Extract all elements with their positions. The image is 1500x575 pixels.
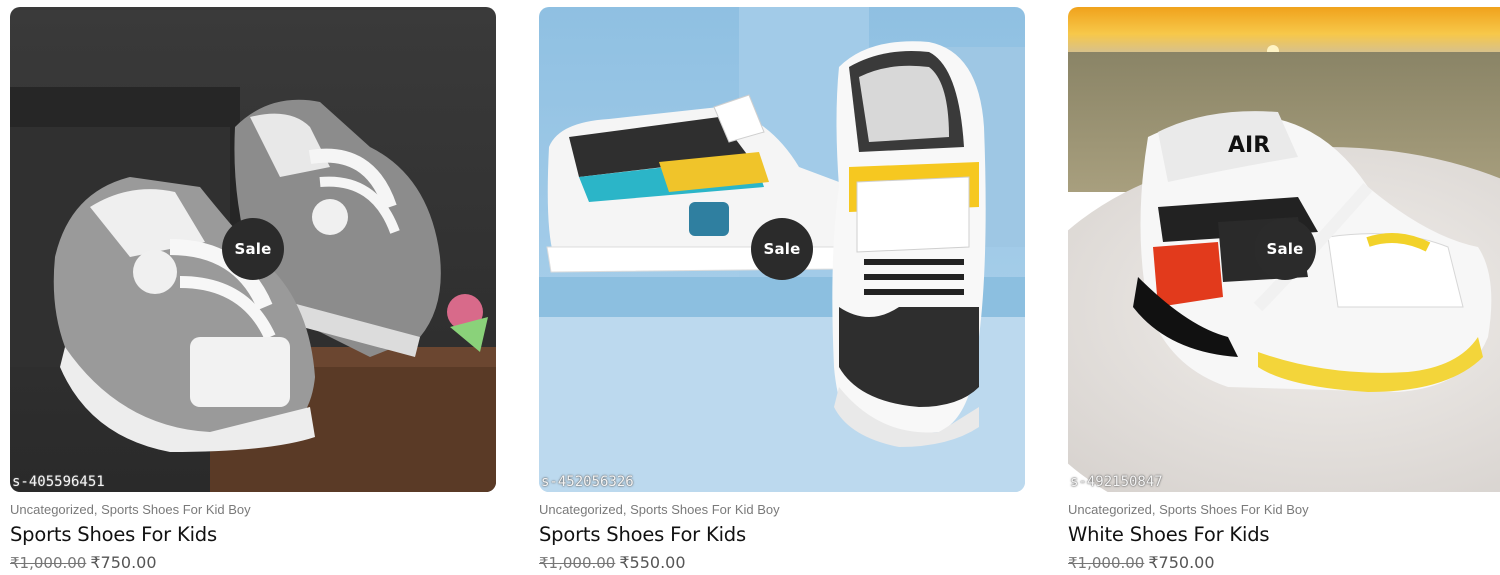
product-image-link[interactable]: AIR Sale s-492150847 [1068, 7, 1500, 492]
category-link[interactable]: Uncategorized [539, 502, 623, 517]
category-link[interactable]: Uncategorized [10, 502, 94, 517]
sale-badge: Sale [1254, 218, 1316, 280]
product-price: ₹1,000.00 ₹750.00 [1068, 553, 1500, 572]
category-link[interactable]: Uncategorized [1068, 502, 1152, 517]
image-watermark-sku: s-405596451 [12, 474, 105, 490]
regular-price: ₹1,000.00 [539, 554, 616, 572]
product-categories: Uncategorized, Sports Shoes For Kid Boy [10, 502, 496, 517]
product-card: Sale s-452056326 Uncategorized, Sports S… [539, 7, 1025, 572]
product-title-link[interactable]: Sports Shoes For Kids [10, 523, 496, 546]
sale-price: ₹750.00 [1148, 553, 1215, 572]
category-separator: , [1151, 502, 1160, 517]
product-card: Sale s-405596451 Uncategorized, Sports S… [10, 7, 496, 572]
category-separator: , [93, 502, 102, 517]
sale-price: ₹550.00 [619, 553, 686, 572]
product-price: ₹1,000.00 ₹750.00 [10, 553, 496, 572]
category-link[interactable]: Sports Shoes For Kid Boy [1159, 502, 1309, 517]
product-categories: Uncategorized, Sports Shoes For Kid Boy [539, 502, 1025, 517]
sale-badge: Sale [751, 218, 813, 280]
product-title-link[interactable]: White Shoes For Kids [1068, 523, 1500, 546]
product-title-link[interactable]: Sports Shoes For Kids [539, 523, 1025, 546]
product-image-link[interactable]: Sale s-452056326 [539, 7, 1025, 492]
product-card: AIR Sale s-492150847 Uncategorized, Spor… [1068, 7, 1500, 572]
product-price: ₹1,000.00 ₹550.00 [539, 553, 1025, 572]
sale-price: ₹750.00 [90, 553, 157, 572]
category-separator: , [622, 502, 631, 517]
product-categories: Uncategorized, Sports Shoes For Kid Boy [1068, 502, 1500, 517]
category-link[interactable]: Sports Shoes For Kid Boy [630, 502, 780, 517]
regular-price: ₹1,000.00 [1068, 554, 1145, 572]
image-watermark-sku: s-452056326 [541, 474, 634, 490]
category-link[interactable]: Sports Shoes For Kid Boy [101, 502, 251, 517]
product-image-link[interactable]: Sale s-405596451 [10, 7, 496, 492]
regular-price: ₹1,000.00 [10, 554, 87, 572]
svg-text:AIR: AIR [1228, 133, 1270, 158]
product-grid: Sale s-405596451 Uncategorized, Sports S… [10, 7, 1500, 572]
image-watermark-sku: s-492150847 [1070, 474, 1163, 490]
sale-badge: Sale [222, 218, 284, 280]
